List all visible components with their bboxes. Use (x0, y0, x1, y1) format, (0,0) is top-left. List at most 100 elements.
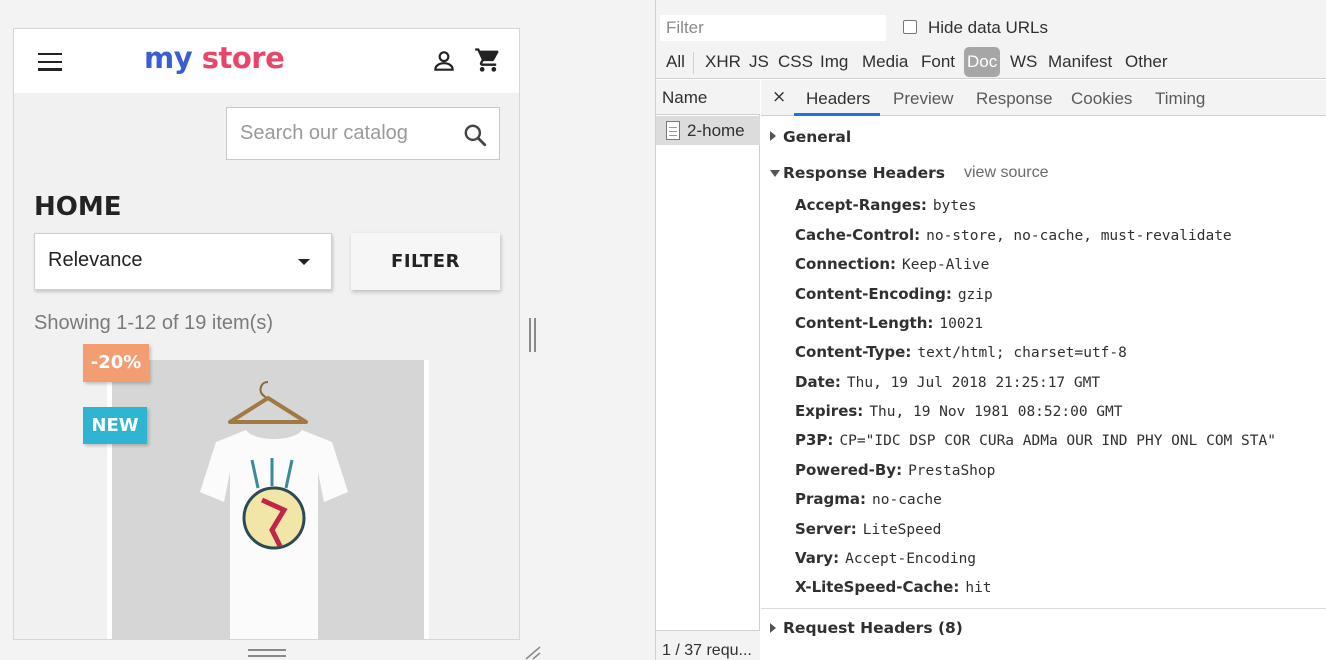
header-value: 10021 (939, 316, 984, 332)
hide-data-urls-label: Hide data URLs (928, 18, 1049, 37)
search-icon[interactable] (462, 122, 488, 148)
divider (693, 52, 694, 74)
type-filter-img[interactable]: Img (818, 47, 850, 77)
header-name: Expires: (795, 402, 864, 420)
request-count: 1 / 37 requ... (662, 642, 752, 659)
tab-headers[interactable]: Headers (806, 89, 870, 109)
name-column-header[interactable]: Name (656, 80, 760, 115)
logo-word-my: my (144, 41, 193, 75)
header-value: Thu, 19 Nov 1981 08:52:00 GMT (869, 404, 1123, 420)
header-value: LiteSpeed (862, 522, 942, 538)
header-row: Powered-By: PrestaShop (795, 461, 995, 480)
header-name: Vary: (795, 549, 840, 567)
product-card[interactable] (107, 360, 429, 640)
header-name: Cache-Control: (795, 226, 921, 244)
tab-preview[interactable]: Preview (893, 89, 953, 109)
type-filter-xhr[interactable]: XHR (703, 47, 743, 77)
tab-response[interactable]: Response (976, 89, 1053, 109)
header-name: Date: (795, 373, 841, 391)
general-section-title[interactable]: General (783, 128, 851, 146)
header-value: Keep-Alive (902, 257, 990, 273)
header-value: hit (965, 580, 992, 596)
device-preview-pane: my store HOME Relevance FILTER Showin (0, 0, 655, 660)
request-status-bar: 1 / 37 requ... (656, 630, 760, 660)
type-filter-other[interactable]: Other (1123, 47, 1170, 77)
header-name: P3P: (795, 431, 834, 449)
type-filter-doc[interactable]: Doc (964, 47, 1001, 77)
store-viewport: my store HOME Relevance FILTER Showin (13, 28, 520, 640)
header-row: Connection: Keep-Alive (795, 255, 989, 274)
request-list: Name 2-home 1 / 37 requ... (656, 80, 760, 660)
type-filter-media[interactable]: Media (860, 47, 910, 77)
header-value: Accept-Encoding (845, 551, 977, 567)
sort-select[interactable]: Relevance (34, 233, 332, 290)
type-filter-js[interactable]: JS (747, 47, 771, 77)
header-value: text/html; charset=utf-8 (917, 345, 1127, 361)
header-value: no-cache (872, 492, 942, 508)
user-icon[interactable] (431, 48, 457, 74)
sort-select-value: Relevance (48, 249, 143, 271)
header-value: gzip (957, 287, 993, 303)
vertical-resize-handle[interactable] (529, 318, 537, 352)
catalog-search-input[interactable] (227, 108, 457, 159)
horizontal-resize-handle[interactable] (248, 648, 286, 658)
type-filter-ws[interactable]: WS (1008, 47, 1039, 77)
filter-input[interactable] (660, 15, 886, 41)
filter-button[interactable]: FILTER (351, 233, 500, 290)
header-name: Content-Encoding: (795, 285, 952, 303)
header-name: Accept-Ranges: (795, 196, 927, 214)
header-value: no-store, no-cache, must-revalidate (926, 228, 1232, 244)
type-filter-manifest[interactable]: Manifest (1046, 47, 1114, 77)
triangle-down-icon[interactable] (770, 170, 780, 177)
tab-cookies[interactable]: Cookies (1071, 89, 1132, 109)
results-count: Showing 1-12 of 19 item(s) (34, 312, 274, 334)
filter-bar: Hide data URLs (656, 8, 1326, 46)
view-source-link[interactable]: view source (964, 164, 1048, 182)
header-name: Server: (795, 520, 857, 538)
header-row: Cache-Control: no-store, no-cache, must-r… (795, 226, 1232, 245)
header-row: Pragma: no-cache (795, 490, 942, 509)
page-title: HOME (34, 192, 122, 222)
devtools-toolbar (656, 0, 1326, 8)
triangle-right-icon[interactable] (770, 131, 776, 141)
header-row: Server: LiteSpeed (795, 520, 941, 539)
header-value: CP="IDC DSP COR CURa ADMa OUR IND PHY ON… (839, 433, 1276, 449)
type-filter-font[interactable]: Font (919, 47, 957, 77)
header-row: Content-Type: text/html; charset=utf-8 (795, 343, 1127, 362)
request-detail-pane: × Headers Preview Response Cookies Timin… (761, 80, 1326, 660)
triangle-right-icon[interactable] (770, 623, 776, 633)
header-value: PrestaShop (908, 463, 996, 479)
header-row: P3P: CP="IDC DSP COR CURa ADMa OUR IND PH… (795, 431, 1276, 450)
header-row: X-LiteSpeed-Cache: hit (795, 578, 992, 597)
request-headers-section-title[interactable]: Request Headers (8) (783, 619, 963, 637)
divider (761, 608, 1326, 609)
header-name: Pragma: (795, 490, 867, 508)
detail-tab-bar: × Headers Preview Response Cookies Timin… (761, 80, 1326, 116)
catalog-search (226, 107, 500, 160)
header-row: Content-Length: 10021 (795, 314, 983, 333)
response-headers-section-title[interactable]: Response Headers (783, 164, 945, 182)
type-filter-all[interactable]: All (664, 47, 687, 77)
header-value: Thu, 19 Jul 2018 21:25:17 GMT (846, 375, 1101, 391)
type-filter-css[interactable]: CSS (776, 47, 815, 77)
menu-icon[interactable] (38, 53, 62, 71)
discount-badge: -20% (83, 344, 149, 382)
resize-corner-icon[interactable] (524, 645, 542, 660)
name-column-label: Name (662, 88, 708, 107)
close-icon[interactable]: × (772, 87, 786, 107)
header-name: Content-Length: (795, 314, 934, 332)
request-name: 2-home (687, 121, 745, 140)
header-row: Expires: Thu, 19 Nov 1981 08:52:00 GMT (795, 402, 1122, 421)
header-name: Powered-By: (795, 461, 903, 479)
caret-down-icon (298, 259, 310, 265)
shopping-cart-icon[interactable] (474, 46, 502, 74)
logo-word-store: store (201, 41, 285, 75)
product-image[interactable] (112, 360, 424, 640)
new-badge: NEW (83, 407, 147, 444)
store-logo[interactable]: my store (144, 41, 285, 75)
hide-data-urls-checkbox[interactable] (903, 20, 917, 34)
resource-type-filter-bar: All XHR JS CSS Img Media Font Doc WS Man… (656, 46, 1326, 79)
document-icon (666, 121, 680, 140)
tab-timing[interactable]: Timing (1155, 89, 1205, 109)
request-row[interactable]: 2-home (656, 116, 760, 145)
